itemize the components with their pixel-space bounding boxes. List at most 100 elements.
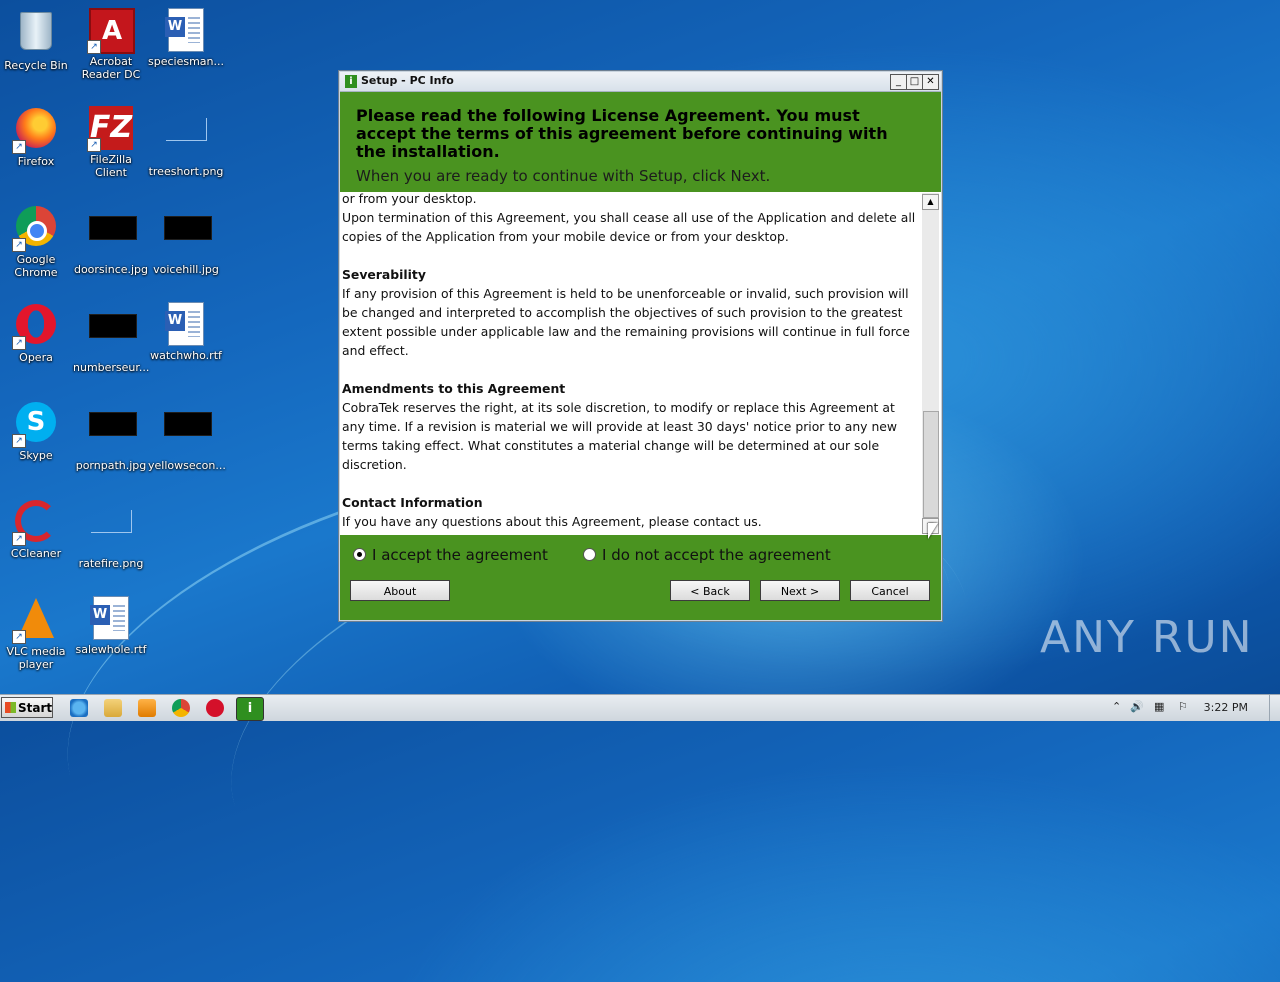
action-center-flag-icon[interactable]: ⚐	[1178, 700, 1188, 713]
mouse-cursor-icon	[928, 523, 938, 539]
desktop-icon-label: ratefire.png	[78, 557, 144, 570]
desktop-icon-label: FileZilla Client	[90, 153, 132, 179]
skype-icon: S ↗	[12, 402, 58, 448]
back-button[interactable]: < Back	[670, 580, 750, 601]
accept-radio-label: I accept the agreement	[372, 546, 548, 564]
license-subtext: When you are ready to continue with Setu…	[356, 167, 771, 185]
cancel-button[interactable]: Cancel	[850, 580, 930, 601]
network-icon[interactable]: ▦	[1154, 700, 1164, 713]
volume-icon[interactable]: 🔊	[1130, 700, 1144, 713]
desktop-icon-label: Acrobat Reader DC	[81, 55, 141, 81]
desktop-icon-pornpath[interactable]: pornpath.jpg	[73, 400, 149, 472]
desktop-icon-watchwho[interactable]: W watchwho.rtf	[148, 302, 224, 362]
desktop-icon-acrobat[interactable]: A ↗ Acrobat Reader DC	[73, 8, 149, 81]
desktop-icon-treeshort[interactable]: treeshort.png	[148, 106, 224, 178]
taskbar: Start i ⌃ 🔊 ▦ ⚐ 3:22 PM	[0, 694, 1280, 721]
internet-explorer-icon[interactable]	[70, 699, 88, 717]
scrollbar-thumb[interactable]	[923, 411, 939, 518]
close-button[interactable]: ✕	[922, 74, 939, 90]
desktop-icon-filezilla[interactable]: FZ ↗ FileZilla Client	[73, 106, 149, 179]
license-section-heading: Severability	[342, 267, 426, 282]
start-label: Start	[18, 701, 53, 715]
ccleaner-icon: ↗	[12, 500, 58, 546]
media-player-icon[interactable]	[138, 699, 156, 717]
license-section-heading: Amendments to this Agreement	[342, 381, 566, 396]
accept-radio[interactable]: I accept the agreement	[353, 546, 548, 564]
desktop-icon-label: salewhole.rtf	[75, 643, 147, 656]
desktop-icon-opera[interactable]: ↗ Opera	[0, 302, 74, 364]
radio-unselected-icon	[583, 548, 596, 561]
opera-taskbar-icon[interactable]	[206, 699, 224, 717]
about-button[interactable]: About	[350, 580, 450, 601]
tray-expand-icon[interactable]: ⌃	[1112, 700, 1121, 713]
license-paragraph: or from your desktop.	[342, 193, 477, 206]
desktop-icon-label: yellowsecon...	[148, 459, 226, 472]
window-titlebar[interactable]: i Setup - PC Info _ □ ✕	[340, 72, 941, 92]
opera-icon: ↗	[12, 304, 58, 350]
vlc-icon: ↗	[12, 598, 58, 644]
desktop-icon-skype[interactable]: S ↗ Skype	[0, 400, 74, 462]
desktop-icon-recycle-bin[interactable]: Recycle Bin	[0, 8, 74, 72]
start-button[interactable]: Start	[1, 697, 53, 718]
desktop-icon-voicehill[interactable]: voicehill.jpg	[148, 204, 224, 276]
radio-selected-icon	[353, 548, 366, 561]
license-heading: Please read the following License Agreem…	[356, 106, 888, 161]
desktop-icon-label: Firefox	[17, 155, 55, 168]
setup-window: i Setup - PC Info _ □ ✕ Please read the …	[338, 70, 943, 622]
scroll-up-arrow-icon[interactable]: ▲	[922, 194, 939, 210]
image-file-icon	[164, 216, 212, 260]
desktop-icon-doorsince[interactable]: doorsince.jpg	[73, 204, 149, 276]
desktop-icon-label: Opera	[19, 351, 53, 364]
filezilla-icon: FZ ↗	[87, 106, 133, 152]
image-file-icon	[89, 412, 137, 456]
image-file-icon	[89, 314, 137, 358]
desktop-icon-ccleaner[interactable]: ↗ CCleaner	[0, 498, 74, 560]
desktop-icon-label: pornpath.jpg	[75, 459, 147, 472]
license-paragraph: If any provision of this Agreement is he…	[342, 286, 910, 358]
desktop-icon-label: watchwho.rtf	[150, 349, 222, 362]
license-paragraph: If you have any questions about this Agr…	[342, 514, 762, 529]
desktop-icon-firefox[interactable]: ↗ Firefox	[0, 106, 74, 168]
chrome-taskbar-icon[interactable]	[172, 699, 190, 717]
image-file-icon	[89, 216, 137, 260]
image-file-icon	[164, 118, 208, 162]
show-desktop-button[interactable]	[1269, 695, 1280, 721]
maximize-button[interactable]: □	[906, 74, 923, 90]
desktop-icon-label: Recycle Bin	[4, 59, 68, 72]
desktop-icon-speciesman[interactable]: W speciesman...	[148, 8, 224, 68]
file-explorer-icon[interactable]	[104, 699, 122, 717]
desktop-icon-ratefire[interactable]: ratefire.png	[73, 498, 149, 570]
acrobat-icon: A ↗	[87, 8, 135, 54]
chrome-icon: ↗	[12, 206, 58, 252]
desktop-icon-yellowsecon[interactable]: yellowsecon...	[148, 400, 226, 472]
decline-radio-label: I do not accept the agreement	[602, 546, 831, 564]
desktop-icon-numberseur[interactable]: numberseur...	[73, 302, 149, 374]
desktop-icon-label: numberseur...	[73, 361, 150, 374]
firefox-icon: ↗	[12, 108, 58, 154]
desktop-icon-label: speciesman...	[148, 55, 225, 68]
image-file-icon	[89, 510, 133, 554]
setup-taskbar-icon[interactable]: i	[236, 697, 264, 721]
anyrun-watermark: ANY RUN	[1040, 612, 1254, 663]
desktop-icon-vlc[interactable]: ↗ VLC media player	[0, 596, 74, 671]
window-title: Setup - PC Info	[361, 74, 454, 87]
word-document-icon: W	[164, 302, 208, 346]
desktop-icon-salewhole[interactable]: W salewhole.rtf	[73, 596, 149, 656]
decline-radio[interactable]: I do not accept the agreement	[583, 546, 831, 564]
taskbar-clock[interactable]: 3:22 PM	[1204, 701, 1248, 714]
app-info-icon: i	[345, 75, 357, 88]
desktop-icon-label: Skype	[19, 449, 53, 462]
license-text-area[interactable]: or from your desktop. Upon termination o…	[342, 193, 921, 534]
word-document-icon: W	[164, 8, 208, 52]
license-header: Please read the following License Agreem…	[340, 92, 941, 192]
license-section-heading: Contact Information	[342, 495, 483, 510]
setup-footer: I accept the agreement I do not accept t…	[340, 535, 941, 620]
next-button[interactable]: Next >	[760, 580, 840, 601]
recycle-bin-icon	[14, 12, 58, 56]
license-scrollbar[interactable]: ▲ ▼	[922, 193, 939, 534]
desktop-icon-chrome[interactable]: ↗ Google Chrome	[0, 204, 74, 279]
windows-logo-icon	[5, 702, 16, 713]
minimize-button[interactable]: _	[890, 74, 907, 90]
license-paragraph: CobraTek reserves the right, at its sole…	[342, 400, 898, 472]
image-file-icon	[164, 412, 212, 456]
